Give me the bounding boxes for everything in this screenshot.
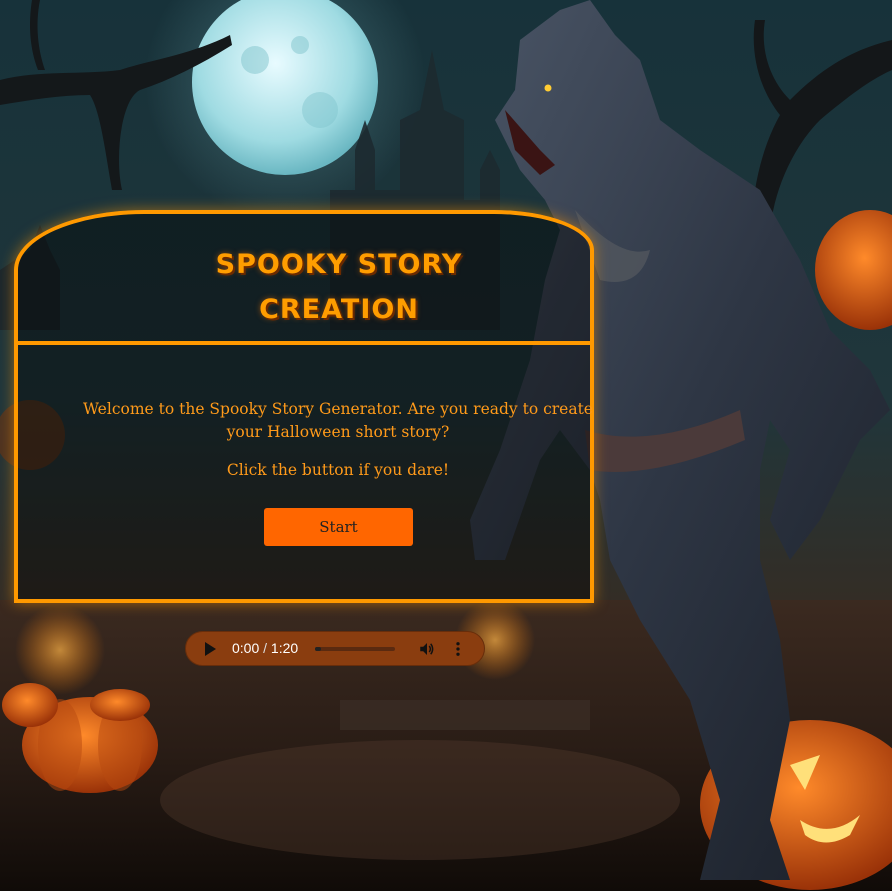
dare-text: Click the button if you dare!	[226, 461, 450, 479]
volume-icon[interactable]	[418, 640, 436, 658]
title-line-2: CREATION	[259, 294, 419, 325]
time-separator: /	[259, 640, 271, 656]
title-line-1: SPOOKY STORY	[215, 249, 463, 280]
audio-seek-fill	[315, 647, 321, 651]
start-button[interactable]: Start	[264, 508, 413, 546]
card-divider	[18, 341, 590, 345]
duration: 1:20	[270, 640, 299, 656]
play-icon[interactable]	[205, 642, 216, 656]
page-title: SPOOKY STORY CREATION	[183, 242, 495, 332]
audio-seek-bar[interactable]	[315, 647, 395, 651]
story-card: SPOOKY STORY CREATION Welcome to the Spo…	[14, 210, 594, 603]
audio-time: 0:00 / 1:20	[232, 640, 298, 656]
audio-player: 0:00 / 1:20	[185, 631, 485, 666]
more-options-icon[interactable]	[449, 640, 467, 658]
current-time: 0:00	[232, 640, 260, 656]
welcome-text: Welcome to the Spooky Story Generator. A…	[83, 400, 593, 441]
